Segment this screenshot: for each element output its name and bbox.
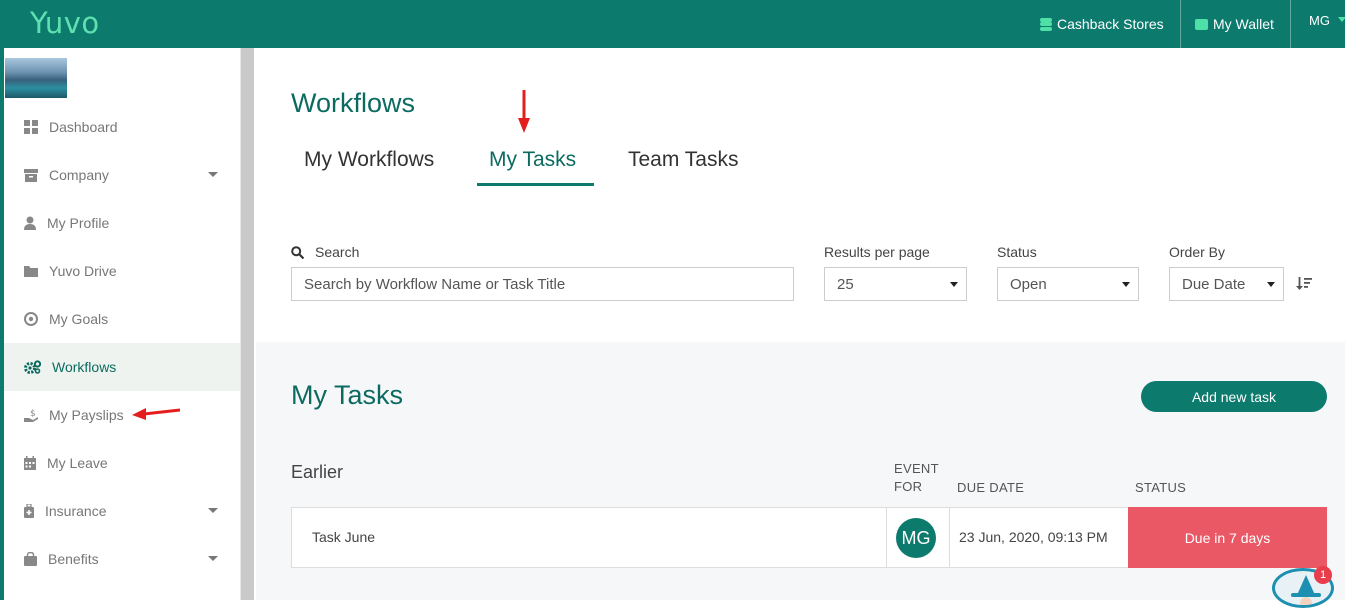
sidebar-item-my-goals[interactable]: My Goals: [4, 295, 240, 343]
calendar-icon: [24, 456, 36, 470]
column-header-event-for: EVENT FOR: [894, 461, 939, 494]
sidebar-item-label: My Leave: [47, 455, 108, 471]
hand-dollar-icon: $: [24, 408, 38, 422]
search-input[interactable]: Search by Workflow Name or Task Title: [291, 267, 794, 301]
order-by-select[interactable]: Due Date: [1169, 267, 1284, 301]
column-header-line: FOR: [894, 479, 923, 494]
cogs-icon: [24, 360, 42, 374]
sidebar-scrollbar-thumb[interactable]: [241, 48, 254, 600]
shopping-bag-icon: [24, 551, 37, 566]
results-per-page-value: 25: [837, 275, 854, 293]
sidebar-item-label: Benefits: [48, 551, 99, 567]
annotation-arrow-icon: [132, 408, 181, 420]
sidebar-item-my-payslips[interactable]: $ My Payslips: [4, 391, 240, 439]
sidebar-item-company[interactable]: Company: [4, 151, 240, 199]
sidebar-item-workflows[interactable]: Workflows: [4, 343, 240, 391]
column-header-due-date: DUE DATE: [957, 480, 1025, 495]
sidebar: Dashboard Company My Profile Yuvo Drive …: [0, 48, 240, 600]
chevron-down-icon: [1337, 17, 1345, 22]
my-wallet-label: My Wallet: [1213, 16, 1274, 32]
sidebar-item-label: Dashboard: [49, 119, 118, 135]
cell-divider: [886, 508, 887, 567]
results-per-page-label: Results per page: [824, 244, 930, 260]
sidebar-item-label: Yuvo Drive: [49, 263, 117, 279]
search-label: Search: [291, 244, 359, 260]
cell-divider: [949, 508, 950, 567]
svg-text:$: $: [30, 409, 36, 419]
status-label: Status: [997, 244, 1037, 260]
column-header-status: STATUS: [1135, 480, 1187, 495]
coins-icon: [1040, 17, 1052, 31]
grid-icon: [24, 120, 38, 134]
sidebar-item-yuvo-drive[interactable]: Yuvo Drive: [4, 247, 240, 295]
active-tab-indicator: [477, 183, 594, 186]
company-cover-image: [5, 58, 67, 98]
chevron-down-icon: [208, 556, 218, 561]
sidebar-item-label: Company: [49, 167, 109, 183]
chevron-down-icon: [208, 172, 218, 177]
sidebar-item-label: My Profile: [47, 215, 110, 231]
sort-direction-icon[interactable]: [1296, 276, 1312, 291]
status-value: Open: [1010, 275, 1047, 293]
order-by-value: Due Date: [1182, 275, 1246, 293]
top-navbar: Yuvo Cashback Stores My Wallet MG: [0, 0, 1345, 48]
task-due-date: 23 Jun, 2020, 09:13 PM: [959, 529, 1108, 545]
annotation-arrow-icon: [518, 90, 530, 133]
sidebar-item-my-profile[interactable]: My Profile: [4, 199, 240, 247]
nav-divider: [1180, 0, 1181, 48]
user-icon: [24, 216, 36, 230]
status-badge: Due in 7 days: [1128, 507, 1327, 568]
user-menu[interactable]: MG: [1309, 0, 1345, 48]
add-new-task-button[interactable]: Add new task: [1141, 381, 1327, 412]
archive-box-icon: [24, 168, 38, 182]
page-title: Workflows: [291, 88, 416, 118]
folder-icon: [24, 264, 38, 278]
chevron-down-icon: [1267, 282, 1275, 287]
sidebar-item-label: My Payslips: [49, 407, 124, 423]
tab-my-workflows[interactable]: My Workflows: [304, 148, 434, 172]
avatar: MG: [896, 518, 936, 558]
medical-bag-icon: [24, 503, 34, 518]
sidebar-item-benefits[interactable]: Benefits: [4, 535, 240, 583]
column-header-line: EVENT: [894, 461, 939, 476]
table-row[interactable]: Task June MG 23 Jun, 2020, 09:13 PM Due …: [291, 507, 1327, 568]
tasks-section-title: My Tasks: [291, 380, 404, 410]
tab-team-tasks[interactable]: Team Tasks: [628, 148, 739, 172]
sidebar-item-dashboard[interactable]: Dashboard: [4, 103, 240, 151]
chevron-down-icon: [1122, 282, 1130, 287]
user-initials: MG: [1309, 13, 1330, 28]
sidebar-item-insurance[interactable]: Insurance: [4, 487, 240, 535]
search-placeholder: Search by Workflow Name or Task Title: [304, 275, 566, 293]
sidebar-item-label: Insurance: [45, 503, 107, 519]
sidebar-item-label: My Goals: [49, 311, 109, 327]
search-label-text: Search: [315, 244, 360, 260]
notification-badge: 1: [1314, 566, 1332, 584]
tab-my-tasks[interactable]: My Tasks: [489, 148, 576, 172]
my-wallet-link[interactable]: My Wallet: [1195, 0, 1274, 48]
task-group-label: Earlier: [291, 462, 344, 482]
sidebar-item-label: Workflows: [52, 359, 117, 375]
search-icon: [291, 245, 304, 259]
cashback-stores-link[interactable]: Cashback Stores: [1040, 0, 1164, 48]
target-icon: [24, 312, 38, 326]
wallet-icon: [1195, 18, 1208, 30]
task-title[interactable]: Task June: [312, 529, 375, 545]
cashback-stores-label: Cashback Stores: [1057, 16, 1164, 32]
sidebar-item-my-leave[interactable]: My Leave: [4, 439, 240, 487]
brand-logo[interactable]: Yuvo: [30, 6, 100, 40]
status-select[interactable]: Open: [997, 267, 1139, 301]
results-per-page-select[interactable]: 25: [824, 267, 967, 301]
chevron-down-icon: [950, 282, 958, 287]
chevron-down-icon: [208, 508, 218, 513]
order-by-label: Order By: [1169, 244, 1226, 260]
nav-divider: [1290, 0, 1291, 48]
